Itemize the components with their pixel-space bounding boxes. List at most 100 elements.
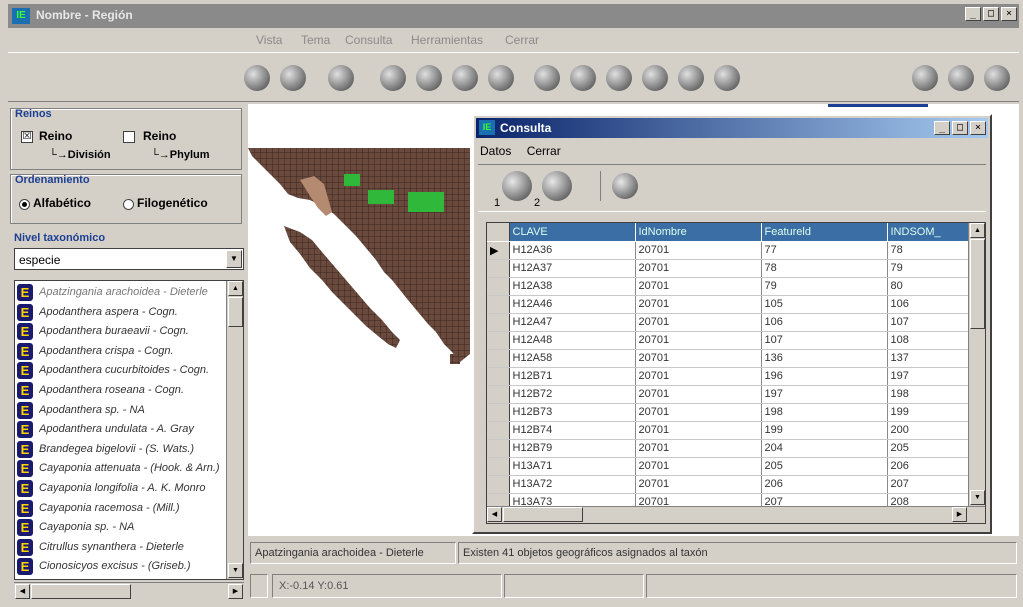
menu-item-cerrar[interactable]: Cerrar	[505, 33, 539, 47]
table-cell[interactable]: H12B74	[509, 421, 636, 440]
column-header-featureid[interactable]: Featureld	[761, 223, 888, 242]
table-row[interactable]: H12A46 20701 105 106	[487, 295, 978, 314]
table-cell[interactable]: 199	[887, 403, 978, 422]
scroll-left-icon[interactable]: ◀	[15, 584, 30, 599]
scroll-thumb[interactable]	[228, 297, 243, 327]
chevron-down-icon[interactable]: ▼	[226, 250, 242, 268]
table-cell[interactable]: 20701	[635, 241, 762, 260]
table-cell[interactable]: 137	[887, 349, 978, 368]
table-cell[interactable]: H12A58	[509, 349, 636, 368]
table-cell[interactable]: 205	[761, 457, 888, 476]
grid-scroll-thumb[interactable]	[970, 239, 985, 329]
rotate-icon[interactable]	[488, 65, 514, 91]
grid-hscrollbar[interactable]: ◀ ▶	[487, 506, 985, 523]
table-cell[interactable]: 205	[887, 439, 978, 458]
menu-item-tema[interactable]: Tema	[301, 33, 330, 47]
table-cell[interactable]: H12A38	[509, 277, 636, 296]
table-row[interactable]: H12B73 20701 198 199	[487, 403, 978, 422]
close-button[interactable]: ×	[1001, 7, 1017, 21]
table-cell[interactable]: 106	[761, 313, 888, 332]
table-row[interactable]: H12B71 20701 196 197	[487, 367, 978, 386]
table-row[interactable]: H12B79 20701 204 205	[487, 439, 978, 458]
alfabetico-radio[interactable]	[19, 199, 30, 210]
table-cell[interactable]: 78	[761, 259, 888, 278]
globe-icon[interactable]	[244, 65, 270, 91]
row-header[interactable]	[487, 313, 510, 332]
table-cell[interactable]: 20701	[635, 349, 762, 368]
region-icon[interactable]	[642, 65, 668, 91]
list-item[interactable]: E Cayaponia attenuata - (Hook. & Arn.)	[17, 459, 227, 478]
table-cell[interactable]: 20701	[635, 403, 762, 422]
table-row[interactable]: H12B72 20701 197 198	[487, 385, 978, 404]
table-cell[interactable]: 199	[761, 421, 888, 440]
list-item[interactable]: E Apodanthera cucurbitoides - Cogn.	[17, 361, 227, 380]
table-cell[interactable]: 106	[887, 295, 978, 314]
table-cell[interactable]: H12A36	[509, 241, 636, 260]
table-row[interactable]: H12A47 20701 106 107	[487, 313, 978, 332]
scroll-right-icon[interactable]: ▶	[228, 584, 243, 599]
list-item[interactable]: E Apodanthera crispa - Cogn.	[17, 342, 227, 361]
row-header[interactable]	[487, 403, 510, 422]
list-item[interactable]: E Apodanthera buraeavii - Cogn.	[17, 322, 227, 341]
lightning-icon[interactable]	[502, 171, 532, 201]
row-header[interactable]	[487, 475, 510, 494]
table-cell[interactable]: 20701	[635, 439, 762, 458]
list-item[interactable]: E Apodanthera sp. - NA	[17, 401, 227, 420]
maximize-button[interactable]: □	[983, 7, 999, 21]
table-cell[interactable]: 20701	[635, 367, 762, 386]
taxa-scrollbar[interactable]: ▲ ▼	[226, 281, 243, 579]
nivel-taxonomico-select[interactable]: especie ▼	[14, 248, 244, 270]
table-row[interactable]: ▶ H12A36 20701 77 78	[487, 241, 978, 260]
identify-icon[interactable]	[678, 65, 704, 91]
zoom-in-icon[interactable]	[380, 65, 406, 91]
scroll-up-icon[interactable]: ▲	[228, 281, 243, 296]
table-cell[interactable]: 197	[761, 385, 888, 404]
row-header[interactable]	[487, 331, 510, 350]
list-item[interactable]: E Cayaponia longifolia - A. K. Monro	[17, 479, 227, 498]
hscroll-thumb[interactable]	[31, 584, 131, 599]
map-icon[interactable]	[948, 65, 974, 91]
list-item[interactable]: E Apodanthera aspera - Cogn.	[17, 303, 227, 322]
list-item[interactable]: E Cayaponia sp. - NA	[17, 518, 227, 537]
consulta-close-button[interactable]: ×	[970, 121, 986, 135]
table-cell[interactable]: 20701	[635, 259, 762, 278]
table-cell[interactable]: 136	[761, 349, 888, 368]
table-row[interactable]: H12B74 20701 199 200	[487, 421, 978, 440]
layer-icon[interactable]	[328, 65, 354, 91]
table-cell[interactable]: H12B73	[509, 403, 636, 422]
table-cell[interactable]: 20701	[635, 421, 762, 440]
grid-scroll-right-icon[interactable]: ▶	[952, 507, 967, 522]
zoom-out-icon[interactable]	[416, 65, 442, 91]
grid-scroll-left-icon[interactable]: ◀	[487, 507, 502, 522]
table-row[interactable]: H12A37 20701 78 79	[487, 259, 978, 278]
scroll-down-icon[interactable]: ▼	[228, 563, 243, 578]
column-header-indsom[interactable]: INDSOM_	[887, 223, 978, 242]
table-cell[interactable]: 206	[887, 457, 978, 476]
wrench-icon[interactable]	[606, 65, 632, 91]
table-cell[interactable]: 20701	[635, 385, 762, 404]
grid-hscroll-thumb[interactable]	[503, 507, 583, 522]
table-cell[interactable]: 20701	[635, 331, 762, 350]
stop-icon[interactable]	[542, 171, 572, 201]
table-cell[interactable]: 20701	[635, 457, 762, 476]
list-item[interactable]: E Apodanthera undulata - A. Gray	[17, 420, 227, 439]
table-cell[interactable]: H13A72	[509, 475, 636, 494]
menu-item-herramientas[interactable]: Herramientas	[411, 33, 483, 47]
table-cell[interactable]: 204	[761, 439, 888, 458]
table-cell[interactable]: 79	[887, 259, 978, 278]
list-item[interactable]: E Cionosicyos excisus - (Griseb.)	[17, 557, 227, 576]
table-cell[interactable]: 196	[761, 367, 888, 386]
consulta-minimize-button[interactable]: _	[934, 121, 950, 135]
table-row[interactable]: H12A58 20701 136 137	[487, 349, 978, 368]
row-header[interactable]	[487, 295, 510, 314]
row-header[interactable]	[487, 277, 510, 296]
list-item[interactable]: E Citrullus synanthera - Dieterle	[17, 538, 227, 557]
list-item[interactable]: E Apodanthera roseana - Cogn.	[17, 381, 227, 400]
minimize-button[interactable]: _	[965, 7, 981, 21]
table-cell[interactable]: 78	[887, 241, 978, 260]
grid-vscrollbar[interactable]: ▲ ▼	[968, 223, 985, 506]
table-row[interactable]: H12A48 20701 107 108	[487, 331, 978, 350]
table-cell[interactable]: 80	[887, 277, 978, 296]
table-row[interactable]: H13A71 20701 205 206	[487, 457, 978, 476]
list-item[interactable]: E Cayaponia racemosa - (Mill.)	[17, 499, 227, 518]
